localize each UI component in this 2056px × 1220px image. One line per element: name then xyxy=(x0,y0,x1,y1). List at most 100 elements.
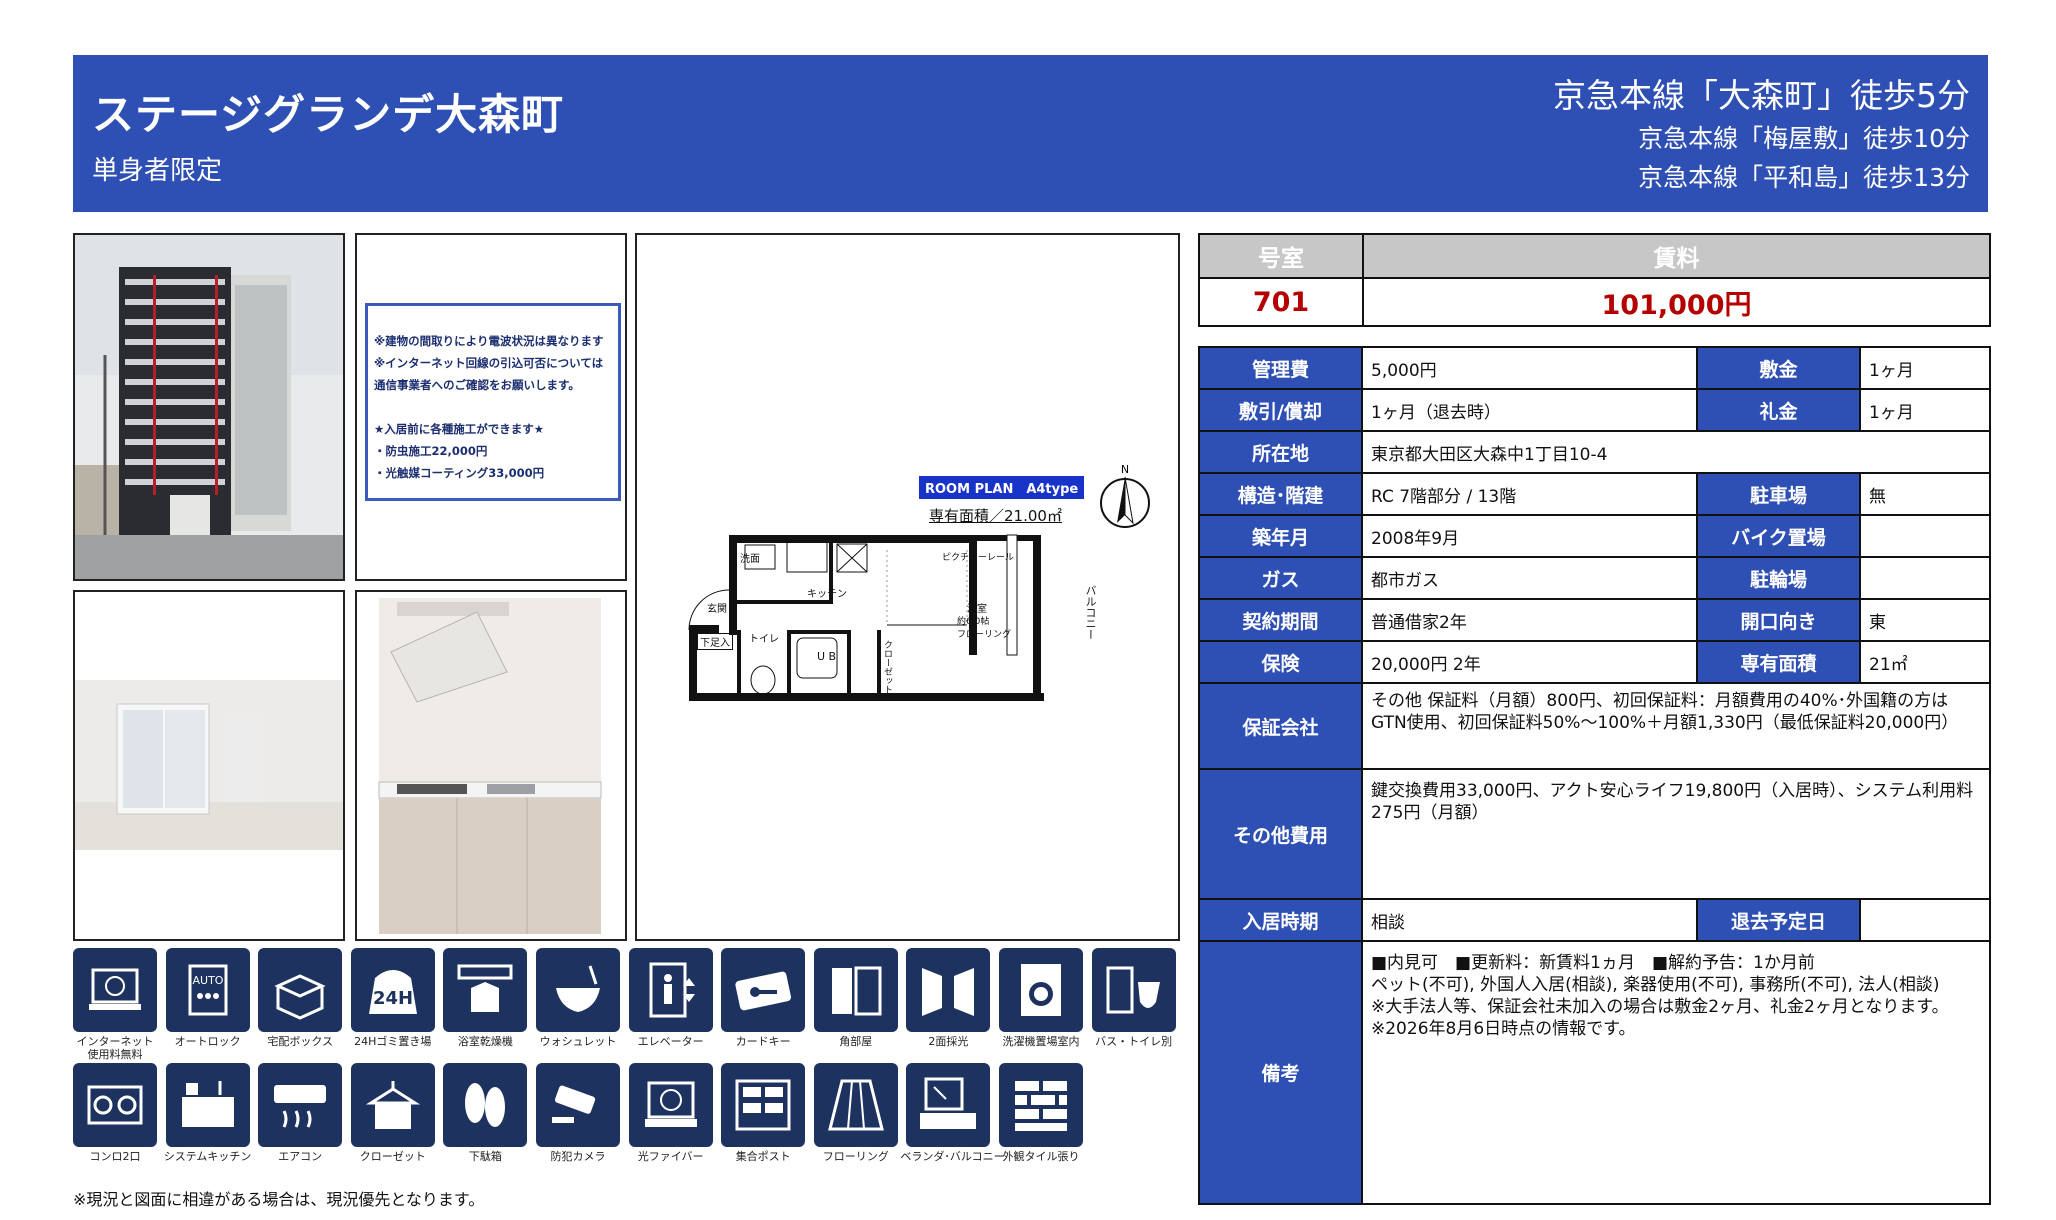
washlet-icon xyxy=(536,948,620,1032)
amenity-label: システムキッチン xyxy=(163,1150,252,1163)
parking-label: 駐車場 xyxy=(1696,472,1861,516)
amenity-item: 2面採光 xyxy=(906,948,991,1048)
kitchen-photo xyxy=(355,590,627,941)
amenity-item: 24H 24Hゴミ置き場 xyxy=(350,948,435,1048)
amenity-label: 外観タイル張り xyxy=(1002,1150,1080,1163)
amenity-item: システムキッチン xyxy=(164,1063,251,1163)
balcony-icon xyxy=(906,1063,991,1147)
refund-value: 1ヶ月（退去時） xyxy=(1361,388,1698,432)
auto-lock-icon: AUTO xyxy=(165,948,250,1032)
amenity-label: 洗濯機置場室内 xyxy=(1002,1035,1080,1048)
svg-text:24H: 24H xyxy=(373,988,413,1009)
optical-fiber-icon xyxy=(628,1063,713,1147)
room-label-balcony: バルコニー xyxy=(1084,585,1097,640)
amenity-item: バス・トイレ別 xyxy=(1091,948,1176,1048)
two-burner-stove-icon xyxy=(73,1063,157,1147)
amenity-item: インターネット 使用料無料 xyxy=(73,948,157,1061)
guarantor-value: その他 保証料（月額）800円、初回保証料：月額費用の40%･外国籍の方は GT… xyxy=(1361,682,1991,770)
other-fees-label: その他費用 xyxy=(1198,768,1363,900)
move-out-value xyxy=(1859,898,1991,942)
address-value: 東京都大田区大森中1丁目10-4 xyxy=(1361,430,1991,474)
structure-value: RC 7階部分 / 13階 xyxy=(1361,472,1698,516)
bike-parking-label: バイク置場 xyxy=(1696,514,1861,558)
notice-line: ・光触媒コーティング33,000円 xyxy=(374,466,545,480)
amenity-icons: インターネット 使用料無料 AUTO オートロック 宅配ボックス 24H 24Hゴミ置き場 浴… xyxy=(73,948,1176,1178)
property-name: ステージグランデ大森町 xyxy=(92,90,565,139)
svg-text:N: N xyxy=(1121,465,1129,476)
amenity-item: ベランダ･バルコニー xyxy=(900,1063,1005,1163)
floor-plan-panel: ROOM PLAN A4type 専有面積／21.00㎡ N 洗面 キッチン 玄… xyxy=(635,233,1180,941)
station-access-secondary: 京急本線「梅屋敷」徒歩10分 xyxy=(1638,124,1970,153)
area-label: 専有面積 xyxy=(1696,640,1861,684)
amenity-item: エアコン xyxy=(258,1063,343,1163)
guarantor-line: その他 保証料（月額）800円、初回保証料：月額費用の40%･外国籍の方は xyxy=(1371,691,1949,711)
rent-header: 賃料 xyxy=(1362,233,1991,279)
amenity-label: 集合ポスト xyxy=(735,1150,791,1163)
other-fees-line: 鍵交換費用33,000円、アクト安心ライフ19,800円（入居時）、システム利用… xyxy=(1371,781,1974,801)
insurance-label: 保険 xyxy=(1198,640,1363,684)
amenity-label: クローゼット xyxy=(359,1150,426,1163)
exterior-photo xyxy=(73,233,345,581)
notice-box: ※建物の間取りにより電波状況は異なります ※インターネット回線の引込可否について… xyxy=(365,303,621,501)
amenity-item: AUTO オートロック xyxy=(165,948,250,1048)
insurance-value: 20,000円 2年 xyxy=(1361,640,1698,684)
amenity-label: 2面採光 xyxy=(928,1035,969,1048)
other-fees-value: 鍵交換費用33,000円、アクト安心ライフ19,800円（入居時）、システム利用… xyxy=(1361,768,1991,900)
shoe-box-icon xyxy=(443,1063,528,1147)
built-label: 築年月 xyxy=(1198,514,1363,558)
remarks-line: ※2026年8月6日時点の情報です。 xyxy=(1371,1019,1636,1039)
bath-toilet-separate-icon xyxy=(1091,948,1176,1032)
amenity-item: エレベーター xyxy=(628,948,713,1048)
mailbox-icon xyxy=(721,1063,806,1147)
mgmt-fee-value: 5,000円 xyxy=(1361,346,1698,390)
station-access-primary: 京急本線「大森町」徒歩5分 xyxy=(1553,76,1970,115)
amenity-item: 集合ポスト xyxy=(721,1063,806,1163)
room-label-wash: 洗面 xyxy=(740,554,760,565)
delivery-box-icon xyxy=(258,948,343,1032)
notice-line: ※建物の間取りにより電波状況は異なります xyxy=(374,334,604,348)
amenity-item: コンロ2口 xyxy=(73,1063,157,1163)
closet-icon xyxy=(350,1063,435,1147)
mgmt-fee-label: 管理費 xyxy=(1198,346,1363,390)
remarks-line: ■内見可 ■更新料：新賃料1ヵ月 ■解約予告：1か月前 xyxy=(1371,953,1815,973)
room-label-entrance: 玄関 xyxy=(707,604,727,615)
flooring-icon xyxy=(813,1063,898,1147)
bike-parking-value xyxy=(1859,514,1991,558)
deposit-label: 敷金 xyxy=(1696,346,1861,390)
amenity-label: 浴室乾燥機 xyxy=(457,1035,513,1048)
remarks-value: ■内見可 ■更新料：新賃料1ヵ月 ■解約予告：1か月前 ペット(不可), 外国人… xyxy=(1361,940,1991,1205)
room-label-picture-rail: ピクチャーレール xyxy=(942,553,1014,563)
system-kitchen-icon xyxy=(165,1063,250,1147)
facing-label: 開口向き xyxy=(1696,598,1861,642)
notice-line: ※インターネット回線の引込可否については xyxy=(374,356,604,370)
north-arrow-icon: N xyxy=(1100,465,1150,528)
room-number-header: 号室 xyxy=(1198,233,1364,279)
amenity-label: エアコン xyxy=(278,1150,323,1163)
amenity-label: 宅配ボックス xyxy=(267,1035,334,1048)
move-out-label: 退去予定日 xyxy=(1696,898,1861,942)
address-label: 所在地 xyxy=(1198,430,1363,474)
key-money-label: 礼金 xyxy=(1696,388,1861,432)
corner-room-icon xyxy=(813,948,898,1032)
notice-line: 通信事業者へのご確認をお願いします。 xyxy=(374,378,580,392)
refund-label: 敷引/償却 xyxy=(1198,388,1363,432)
gas-label: ガス xyxy=(1198,556,1363,600)
amenity-label: ウォシュレット xyxy=(539,1035,617,1048)
built-value: 2008年9月 xyxy=(1361,514,1698,558)
other-fees-line: 275円（月額） xyxy=(1371,803,1489,823)
deposit-value: 1ヶ月 xyxy=(1859,346,1991,390)
room-label-unit-bath: U B xyxy=(817,650,837,663)
room-label-kitchen: キッチン xyxy=(807,589,847,600)
remarks-label: 備考 xyxy=(1198,940,1363,1205)
bicycle-parking-value xyxy=(1859,556,1991,600)
amenity-item: 防犯カメラ xyxy=(536,1063,620,1163)
amenity-label: エレベーター xyxy=(637,1035,704,1048)
interior-photo xyxy=(73,590,345,941)
rent-amount: 101,000円 xyxy=(1362,277,1991,327)
room-label-shoe-box: 下足入 xyxy=(697,633,733,650)
amenity-item: ウォシュレット xyxy=(536,948,620,1048)
remarks-line: ペット(不可), 外国人入居(相談), 楽器使用(不可), 事務所(不可), 法… xyxy=(1371,975,1940,995)
amenity-item: 浴室乾燥機 xyxy=(443,948,528,1048)
notice-line: ★入居前に各種施工ができます★ xyxy=(374,422,545,436)
remarks-line: ※大手法人等、保証会社未加入の場合は敷金2ヶ月、礼金2ヶ月となります。 xyxy=(1371,997,1949,1017)
